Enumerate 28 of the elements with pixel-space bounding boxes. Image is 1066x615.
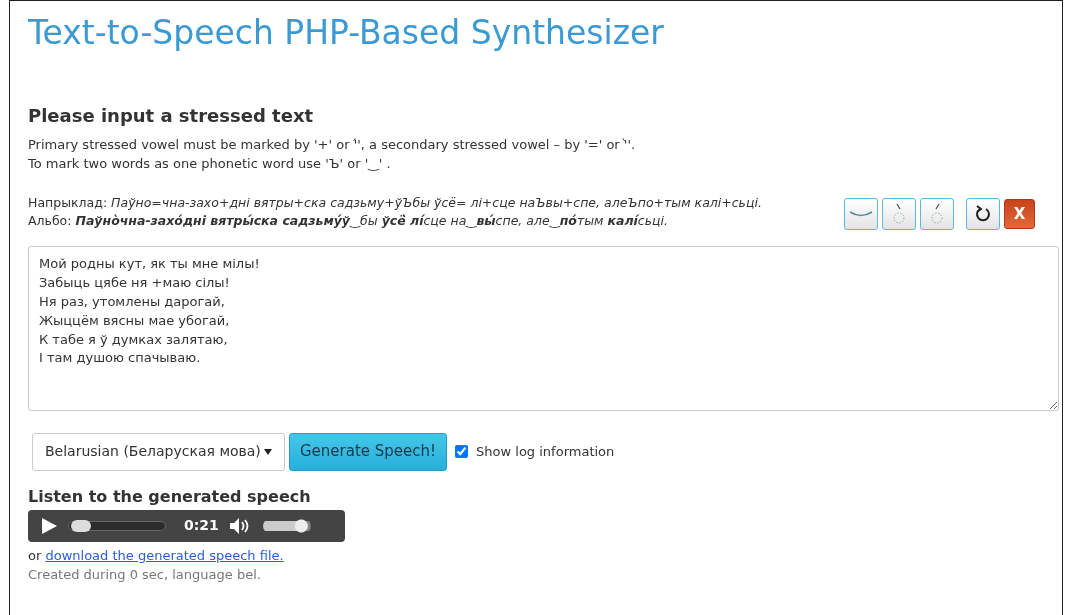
play-icon <box>40 516 58 535</box>
grave-accent-icon <box>892 202 906 225</box>
time-display: 0:21 <box>184 516 219 536</box>
generate-button[interactable]: Generate Speech! <box>289 432 448 471</box>
example-text: Альбо: Паўно̀чна-захо́дні вятры́ска садзьму́ў‿бы ўсё̀ лі́сце на‿вы́спе, але‿по́тым калі́сьці. <box>28 212 670 230</box>
log-checkbox[interactable] <box>455 445 469 459</box>
text-input-area[interactable]: Мой родны кут, як ты мне мілы! Забыць цябе ня +маю сілы! Ня раз, утомлены дарогай, Жыццём вясны мае убогай, К табе я ў думках залятаю, І там душою спачываю. <box>28 246 1059 412</box>
clear-button[interactable]: X <box>1004 198 1035 229</box>
log-text: Created during 0 sec, language bel. <box>28 566 262 585</box>
undo-icon <box>974 204 992 223</box>
section-heading: Listen to the generated speech <box>28 486 312 506</box>
example-text: Напрыклад: Паўно=чна-захо+дні вятры+ска садзьму+ўЪбы ўсё= лі+сце наЪвы+спе, алеЪпо+тым калі+сьці. <box>28 193 763 212</box>
checkbox-label: Show log information <box>476 442 615 461</box>
volume-slider[interactable] <box>262 518 311 533</box>
play-button[interactable] <box>40 516 58 535</box>
download-prefix: or <box>28 547 43 563</box>
download-link[interactable]: download the generated speech file. <box>45 547 284 563</box>
page-title: Text-to-Speech PHP-Based Synthesizer <box>28 13 665 53</box>
instruction-text: Primary stressed vowel must be marked by '+' or '́', a secondary stressed vowel – by '=' or '̀'. <box>28 136 637 155</box>
undertie-button[interactable] <box>844 197 878 230</box>
section-heading: Please input a stressed text <box>28 104 315 127</box>
progress-thumb[interactable] <box>71 519 92 532</box>
undo-button[interactable] <box>966 197 1000 230</box>
acute-accent-icon <box>930 202 944 225</box>
instruction-text: To mark two words as one phonetic word use 'Ъ' or '‿' . <box>28 155 392 174</box>
language-select[interactable]: Belarusian (Беларуская мова) <box>32 432 285 471</box>
undertie-icon <box>848 208 874 219</box>
caret-icon <box>264 448 272 455</box>
